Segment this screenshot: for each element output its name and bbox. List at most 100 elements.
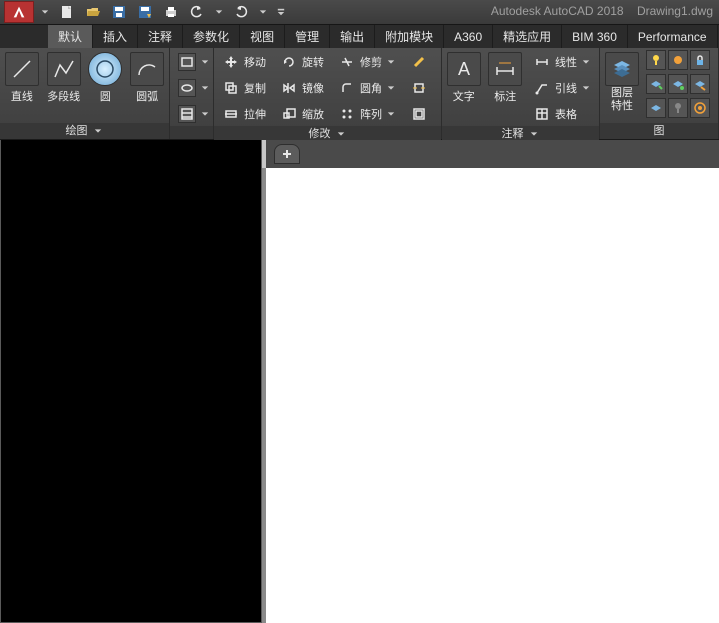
rectangle-button[interactable] <box>174 50 214 74</box>
polyline-button[interactable]: 多段线 <box>46 50 82 104</box>
tab-manage[interactable]: 管理 <box>285 25 330 48</box>
leader-button[interactable]: 引线 <box>529 76 595 100</box>
tab-bim360[interactable]: BIM 360 <box>562 25 628 48</box>
layer-freeze-icon[interactable] <box>668 50 688 70</box>
annot-panel-dropdown[interactable] <box>528 128 540 140</box>
trim-button[interactable]: 修剪 <box>334 50 400 74</box>
undo-dropdown[interactable] <box>212 2 226 22</box>
table-label: 表格 <box>555 106 577 122</box>
title-area: Autodesk AutoCAD 2018 Drawing1.dwg <box>491 4 713 18</box>
save-icon[interactable] <box>108 2 130 22</box>
rectangle-dropdown[interactable] <box>200 52 210 72</box>
tab-view[interactable]: 视图 <box>240 25 285 48</box>
work-area <box>0 140 719 623</box>
fillet-label: 圆角 <box>360 80 382 96</box>
tab-insert[interactable]: 插入 <box>93 25 138 48</box>
svg-text:A: A <box>458 59 470 79</box>
new-icon[interactable] <box>56 2 78 22</box>
rotate-button[interactable]: 旋转 <box>276 50 328 74</box>
array-dropdown[interactable] <box>386 104 396 124</box>
line-button[interactable]: 直线 <box>4 50 40 104</box>
layer-label2: 特性 <box>611 101 633 112</box>
redo-icon[interactable] <box>230 2 252 22</box>
text-button[interactable]: A 文字 <box>446 50 482 104</box>
fillet-button[interactable]: 圆角 <box>334 76 400 100</box>
layer-isolate-icon[interactable] <box>646 98 666 118</box>
scale-label: 缩放 <box>302 106 324 122</box>
tab-performance[interactable]: Performance <box>628 25 718 48</box>
layer-make-current-icon[interactable] <box>646 74 666 94</box>
fillet-dropdown[interactable] <box>386 78 396 98</box>
leader-label: 引线 <box>555 80 577 96</box>
text-label: 文字 <box>453 88 475 104</box>
open-icon[interactable] <box>82 2 104 22</box>
panel-title-right: 图 <box>654 123 665 139</box>
dimension-label: 标注 <box>494 88 516 104</box>
scale-button[interactable]: 缩放 <box>276 102 328 126</box>
draw-panel-dropdown[interactable] <box>92 125 104 137</box>
stretch-button[interactable]: 拉伸 <box>218 102 270 126</box>
tab-default[interactable]: 默认 <box>48 25 93 48</box>
arc-button[interactable]: 圆弧 <box>129 50 165 104</box>
tab-a360[interactable]: A360 <box>444 25 493 48</box>
table-button[interactable]: 表格 <box>529 102 595 126</box>
move-label: 移动 <box>244 54 266 70</box>
line-label: 直线 <box>11 88 33 104</box>
layer-on-icon[interactable] <box>646 50 666 70</box>
erase-button[interactable] <box>406 50 432 74</box>
circle-button[interactable]: 圆 <box>88 50 124 104</box>
panel-title-draw: 绘图 <box>66 123 88 139</box>
leader-dropdown[interactable] <box>581 78 591 98</box>
array-label: 阵列 <box>360 106 382 122</box>
rotate-label: 旋转 <box>302 54 324 70</box>
trim-dropdown[interactable] <box>386 52 396 72</box>
paper-space[interactable] <box>266 168 719 623</box>
model-viewport[interactable] <box>0 140 262 623</box>
redo-dropdown[interactable] <box>256 2 270 22</box>
hatch-dropdown[interactable] <box>200 104 210 124</box>
linear-label: 线性 <box>555 54 577 70</box>
mirror-label: 镜像 <box>302 80 324 96</box>
qat-customize-dropdown[interactable] <box>274 2 288 22</box>
explode-button[interactable] <box>406 76 432 100</box>
hatch-button[interactable] <box>174 102 214 126</box>
new-drawing-tab-button[interactable] <box>274 144 300 164</box>
layer-previous-icon[interactable] <box>690 74 710 94</box>
tab-featured[interactable]: 精选应用 <box>493 25 562 48</box>
print-icon[interactable] <box>160 2 182 22</box>
layer-lock-icon[interactable] <box>690 50 710 70</box>
tab-output[interactable]: 输出 <box>330 25 375 48</box>
file-tabs <box>266 140 719 168</box>
ellipse-button[interactable] <box>174 76 214 100</box>
layer-state-icon[interactable] <box>690 98 710 118</box>
layer-off-icon[interactable] <box>668 98 688 118</box>
saveas-icon[interactable] <box>134 2 156 22</box>
app-menu-dropdown[interactable] <box>38 2 52 22</box>
layer-label1: 图层 <box>611 88 633 99</box>
undo-icon[interactable] <box>186 2 208 22</box>
move-button[interactable]: 移动 <box>218 50 270 74</box>
ribbon-tabs: 默认 插入 注释 参数化 视图 管理 输出 附加模块 A360 精选应用 BIM… <box>0 24 719 48</box>
tab-addins[interactable]: 附加模块 <box>375 25 444 48</box>
layer-properties-button[interactable]: 图层 特性 <box>604 50 640 112</box>
ribbon: 直线 多段线 圆 圆弧 绘图 <box>0 48 719 140</box>
array-button[interactable]: 阵列 <box>334 102 400 126</box>
mirror-button[interactable]: 镜像 <box>276 76 328 100</box>
copy-label: 复制 <box>244 80 266 96</box>
offset-button[interactable] <box>406 102 432 126</box>
layer-match-icon[interactable] <box>668 74 688 94</box>
arc-label: 圆弧 <box>136 88 158 104</box>
linear-button[interactable]: 线性 <box>529 50 595 74</box>
linear-dropdown[interactable] <box>581 52 591 72</box>
trim-label: 修剪 <box>360 54 382 70</box>
product-name: Autodesk AutoCAD 2018 <box>491 4 624 18</box>
copy-button[interactable]: 复制 <box>218 76 270 100</box>
circle-label: 圆 <box>100 88 111 104</box>
ellipse-dropdown[interactable] <box>200 78 210 98</box>
app-menu-button[interactable] <box>4 1 34 23</box>
tab-annotate[interactable]: 注释 <box>138 25 183 48</box>
filename: Drawing1.dwg <box>637 4 713 18</box>
modify-panel-dropdown[interactable] <box>335 128 347 140</box>
tab-parametric[interactable]: 参数化 <box>183 25 240 48</box>
dimension-button[interactable]: 标注 <box>488 50 524 104</box>
